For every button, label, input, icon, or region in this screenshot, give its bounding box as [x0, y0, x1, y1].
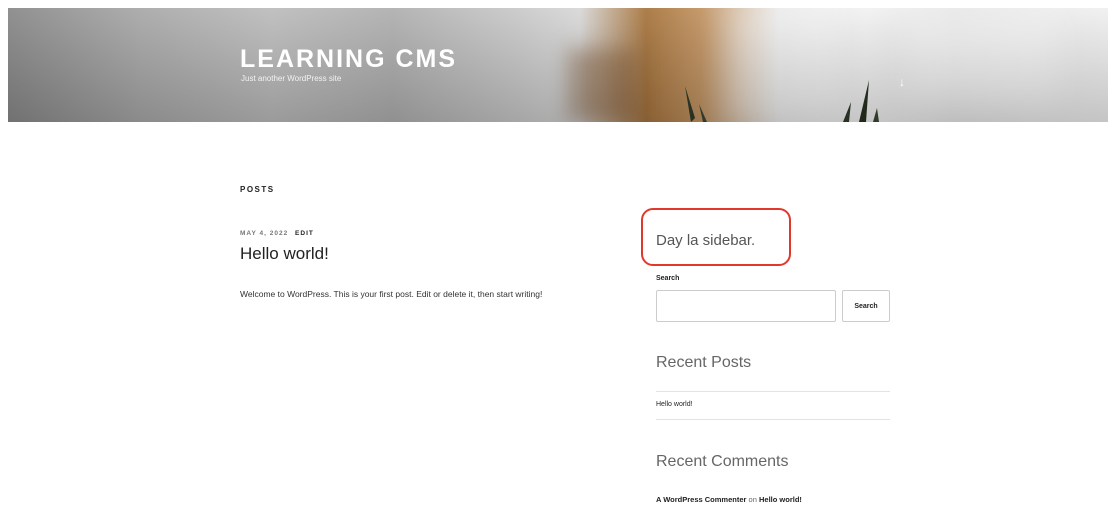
search-input[interactable] — [656, 290, 836, 322]
search-label: Search — [656, 275, 680, 282]
comment-post-link[interactable]: Hello world! — [759, 495, 802, 504]
sidebar-title: Day la sidebar. — [656, 232, 756, 249]
post-excerpt: Welcome to WordPress. This is your first… — [240, 289, 543, 299]
recent-comments-title: Recent Comments — [656, 453, 789, 470]
divider — [656, 391, 890, 392]
divider — [656, 419, 890, 420]
post-title-link[interactable]: Hello world! — [240, 244, 329, 264]
site-header: LEARNING CMS Just another WordPress site… — [8, 8, 1108, 122]
recent-post-link[interactable]: Hello world! — [656, 401, 693, 408]
post-date-link[interactable]: MAY 4, 2022 — [240, 230, 288, 237]
edit-post-link[interactable]: EDIT — [295, 230, 314, 237]
header-overlay — [8, 8, 1108, 122]
scroll-down-arrow-icon[interactable]: ↓ — [899, 75, 905, 89]
page-title: POSTS — [240, 185, 275, 194]
recent-posts-title: Recent Posts — [656, 354, 752, 371]
search-button[interactable]: Search — [842, 290, 890, 322]
comment-connector: on — [748, 495, 757, 504]
recent-comment-item: A WordPress Commenter on Hello world! — [656, 495, 802, 504]
site-title[interactable]: LEARNING CMS — [240, 45, 457, 74]
site-description: Just another WordPress site — [241, 74, 342, 83]
comment-author-link[interactable]: A WordPress Commenter — [656, 495, 746, 504]
post-meta: MAY 4, 2022 EDIT — [240, 230, 314, 237]
